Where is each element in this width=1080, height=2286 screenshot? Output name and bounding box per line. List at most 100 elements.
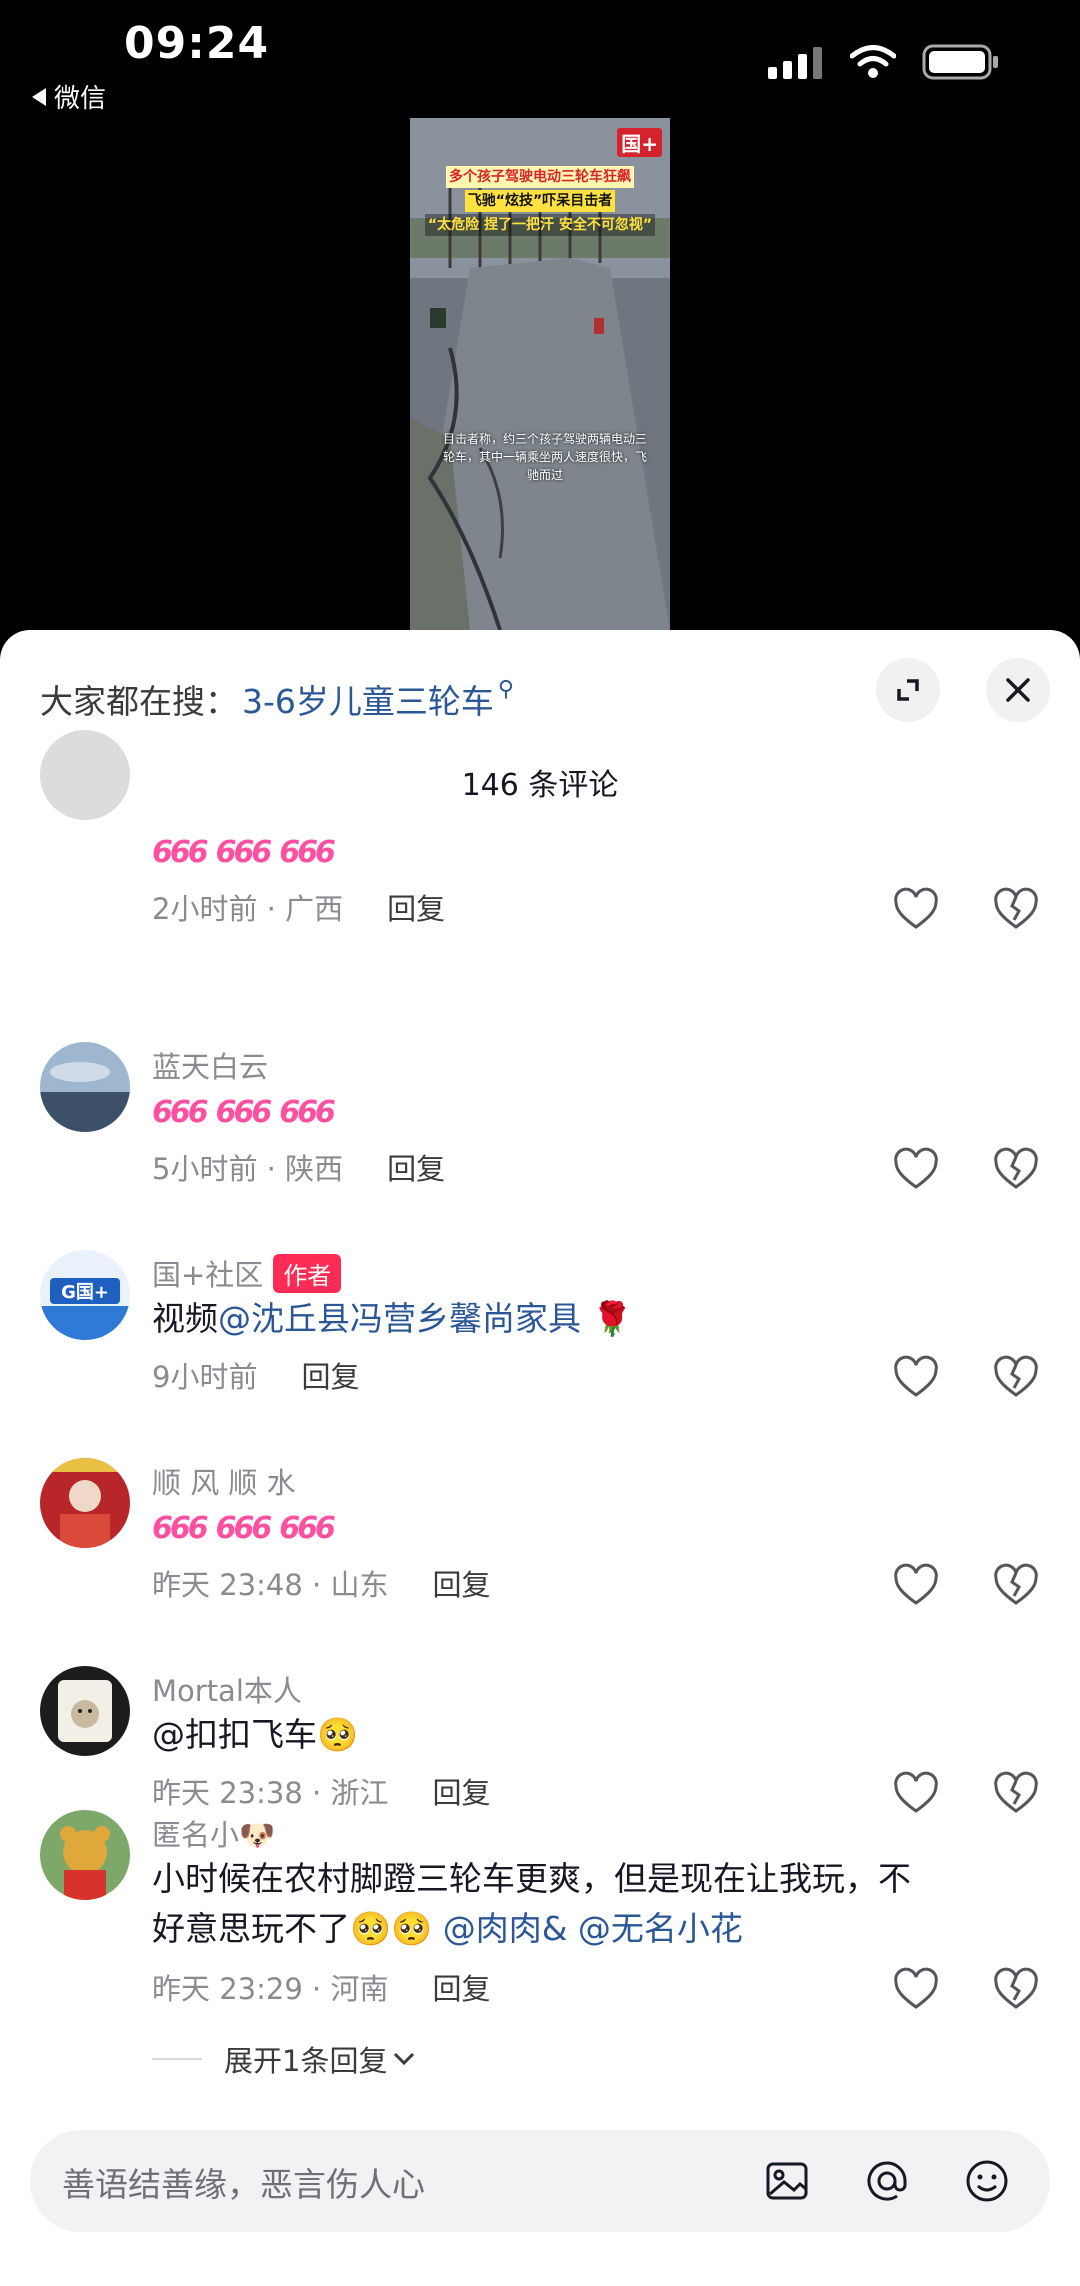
comment-username[interactable]: 蓝天白云 bbox=[152, 1044, 268, 1086]
back-arrow-icon bbox=[32, 87, 46, 106]
comment-text: 666 666 666 bbox=[152, 1502, 1032, 1554]
reply-button[interactable]: 回复 bbox=[432, 1966, 490, 2008]
reply-button[interactable]: 回复 bbox=[432, 1562, 490, 1604]
status-bar: 09:24 微信 bbox=[0, 0, 1080, 120]
emoji-666: 666 bbox=[152, 1511, 209, 1546]
author-badge: 作者 bbox=[273, 1253, 342, 1293]
comment-username[interactable]: 国+社区 作者 bbox=[152, 1252, 342, 1294]
pleading-emoji: 🥺🥺 bbox=[350, 1909, 433, 1948]
avatar[interactable]: G国+ bbox=[40, 1250, 130, 1340]
divider-line bbox=[152, 2058, 202, 2060]
comment-text: @扣扣飞车🥺 bbox=[152, 1710, 1032, 1760]
comment-body: 视频 bbox=[152, 1299, 218, 1338]
back-label: 微信 bbox=[54, 84, 107, 114]
close-icon bbox=[1006, 678, 1030, 702]
rose-emoji: 🌹 bbox=[591, 1299, 633, 1338]
headline-line-2: 飞驰“炫技”吓呆目击者 bbox=[464, 190, 616, 212]
dislike-icon[interactable] bbox=[992, 1770, 1040, 1818]
dislike-icon[interactable] bbox=[992, 1354, 1040, 1402]
mention-link[interactable]: @沈丘县冯营乡馨尚家具 bbox=[218, 1299, 581, 1338]
comment-meta: 昨天 23:38 · 浙江 回复 bbox=[152, 1770, 490, 1812]
headline-line-1: 多个孩子驾驶电动三轮车狂飙 bbox=[446, 166, 634, 188]
expand-replies[interactable]: 展开1条回复 bbox=[152, 2038, 417, 2080]
fullscreen-button[interactable] bbox=[876, 658, 940, 722]
comment-time: 昨天 23:38 · 浙江 bbox=[152, 1776, 389, 1810]
comment-meta: 5小时前 · 陕西 回复 bbox=[152, 1146, 445, 1188]
like-icon[interactable] bbox=[892, 1354, 940, 1402]
like-icon[interactable] bbox=[892, 1562, 940, 1610]
expand-icon bbox=[897, 679, 919, 701]
avatar[interactable] bbox=[40, 730, 130, 820]
search-prefix: 大家都在搜： bbox=[40, 682, 238, 721]
emoji-666: 666 bbox=[279, 1095, 336, 1130]
sky-avatar-image bbox=[40, 1042, 130, 1132]
reply-button[interactable]: 回复 bbox=[387, 1146, 445, 1188]
avatar[interactable] bbox=[40, 1042, 130, 1132]
signal-icon bbox=[768, 47, 822, 79]
comment-username[interactable]: 匿名小🐶 bbox=[152, 1812, 275, 1854]
like-icon[interactable] bbox=[892, 1966, 940, 2014]
dislike-icon[interactable] bbox=[992, 1966, 1040, 2014]
comment-input-placeholder[interactable]: 善语结善缘，恶言伤人心 bbox=[62, 2158, 425, 2206]
comment-text: 666 666 666 bbox=[152, 1086, 1032, 1138]
comment-line-2: 好意思玩不了 bbox=[152, 1909, 350, 1948]
video-headline: 多个孩子驾驶电动三轮车狂飙 飞驰“炫技”吓呆目击者 “太危险 捏了一把汗 安全不… bbox=[416, 166, 664, 236]
comment-text: 666 666 666 bbox=[152, 826, 1032, 878]
emoji-icon[interactable] bbox=[962, 2156, 1012, 2206]
trending-search[interactable]: 大家都在搜： 3-6岁儿童三轮车 ⚲ bbox=[40, 664, 514, 734]
search-icon: ⚲ bbox=[497, 676, 515, 702]
reply-button[interactable]: 回复 bbox=[301, 1354, 359, 1396]
emoji-666: 666 bbox=[152, 1095, 209, 1130]
search-term[interactable]: 3-6岁儿童三轮车 bbox=[242, 675, 494, 723]
reply-button[interactable]: 回复 bbox=[387, 886, 445, 928]
red-avatar-image bbox=[40, 1458, 130, 1548]
comment-time: 2小时前 · 广西 bbox=[152, 892, 344, 926]
comment-meta: 昨天 23:48 · 山东 回复 bbox=[152, 1562, 490, 1604]
mention-link[interactable]: @肉肉& bbox=[443, 1909, 568, 1948]
clock: 09:24 bbox=[124, 18, 270, 69]
reply-button[interactable]: 回复 bbox=[432, 1770, 490, 1812]
status-icons bbox=[768, 44, 1000, 80]
username-text: 国+社区 bbox=[152, 1258, 264, 1292]
channel-logo-avatar: G国+ bbox=[40, 1250, 130, 1340]
emoji-666: 666 bbox=[279, 1511, 336, 1546]
emoji-666: 666 bbox=[215, 1095, 273, 1130]
comment-text: 小时候在农村脚蹬三轮车更爽，但是现在让我玩，不 好意思玩不了🥺🥺 @肉肉& @无… bbox=[152, 1854, 1032, 1954]
dislike-icon[interactable] bbox=[992, 886, 1040, 934]
comment-meta: 昨天 23:29 · 河南 回复 bbox=[152, 1966, 490, 2008]
video-caption: 目击者称，约三个孩子驾驶两辆电动三轮车，其中一辆乘坐两人速度很快，飞驰而过 bbox=[442, 432, 647, 482]
avatar[interactable] bbox=[40, 1458, 130, 1548]
dislike-icon[interactable] bbox=[992, 1146, 1040, 1194]
comment-time: 9小时前 bbox=[152, 1360, 258, 1394]
emoji-666: 666 bbox=[279, 835, 336, 870]
dislike-icon[interactable] bbox=[992, 1562, 1040, 1610]
like-icon[interactable] bbox=[892, 886, 940, 934]
like-icon[interactable] bbox=[892, 1770, 940, 1818]
comment-time: 5小时前 · 陕西 bbox=[152, 1152, 344, 1186]
comment-username[interactable]: 顺 风 顺 水 bbox=[152, 1460, 296, 1502]
battery-icon bbox=[922, 44, 998, 80]
comment-username[interactable]: Mortal本人 bbox=[152, 1668, 302, 1710]
mention-link[interactable]: @无名小花 bbox=[578, 1909, 743, 1948]
back-to-wechat[interactable]: 微信 bbox=[32, 78, 106, 115]
like-icon[interactable] bbox=[892, 1146, 940, 1194]
comment-line-1: 小时候在农村脚蹬三轮车更爽，但是现在让我玩，不 bbox=[152, 1859, 911, 1898]
close-button[interactable] bbox=[986, 658, 1050, 722]
emoji-666: 666 bbox=[215, 1511, 273, 1546]
headline-line-3: “太危险 捏了一把汗 安全不可忽视” bbox=[424, 214, 656, 236]
comment-input-bar[interactable]: 善语结善缘，恶言伤人心 bbox=[30, 2130, 1050, 2232]
wifi-icon bbox=[850, 45, 896, 78]
at-mention-icon[interactable] bbox=[862, 2156, 912, 2206]
comment-body: @扣扣飞车 bbox=[152, 1715, 317, 1754]
comment-time: 昨天 23:48 · 山东 bbox=[152, 1568, 389, 1602]
image-icon[interactable] bbox=[762, 2156, 812, 2206]
pleading-emoji: 🥺 bbox=[317, 1715, 359, 1754]
comment-count: 146 条评论 bbox=[461, 768, 619, 803]
avatar[interactable] bbox=[40, 1666, 130, 1756]
avatar[interactable] bbox=[40, 1810, 130, 1900]
video-player[interactable]: 国+ 多个孩子驾驶电动三轮车狂飙 飞驰“炫技”吓呆目击者 “太危险 捏了一把汗 … bbox=[410, 118, 670, 630]
bear-avatar-image bbox=[40, 1810, 130, 1900]
cartoon-avatar-image bbox=[40, 1666, 130, 1756]
comment-meta: 2小时前 · 广西 回复 bbox=[152, 886, 445, 928]
comment-time: 昨天 23:29 · 河南 bbox=[152, 1972, 389, 2006]
